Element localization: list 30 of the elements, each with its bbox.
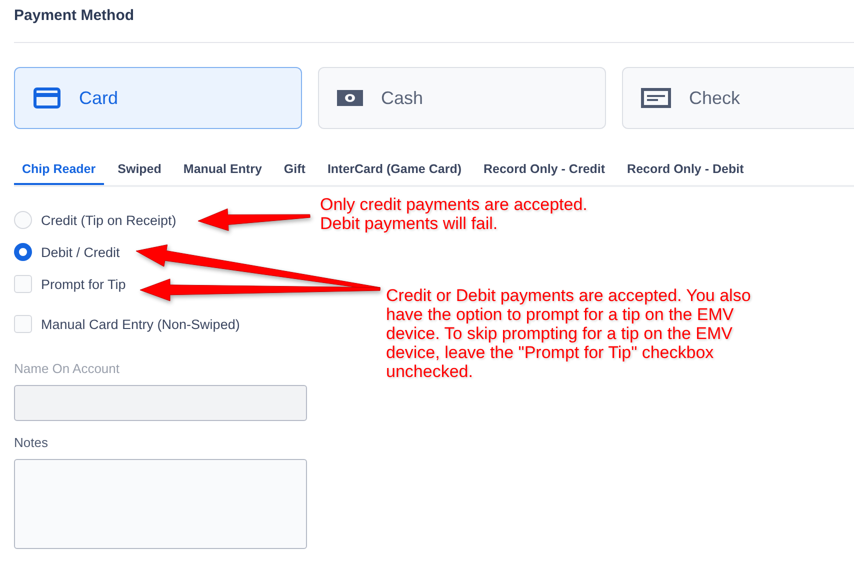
payment-method-card[interactable]: Cash — [318, 67, 606, 129]
annotation-text: Credit or Debit payments are accepted. You also have the option to prompt for a tip on the EMV device. To skip prompting for a tip on the EMV device, leave the "Prompt for Tip" checkbox unchecked. — [386, 286, 751, 381]
checkbox-option[interactable]: Prompt for Tip — [14, 273, 240, 295]
checkbox[interactable] — [14, 275, 32, 293]
checkbox-label: Prompt for Tip — [41, 276, 126, 292]
tab[interactable]: Record Only - Debit — [619, 155, 752, 185]
checkbox[interactable] — [14, 315, 32, 333]
credit-card-icon — [33, 87, 61, 109]
payment-method-card[interactable]: Card — [14, 67, 302, 129]
payment-method-card[interactable]: Check — [622, 67, 854, 129]
banknote-icon — [337, 90, 363, 106]
tab[interactable]: Manual Entry — [175, 155, 270, 185]
radio-option[interactable]: Credit (Tip on Receipt) — [14, 209, 240, 231]
check-icon — [641, 88, 671, 108]
radio-label: Credit (Tip on Receipt) — [41, 212, 176, 228]
annotation-text: Only credit payments are accepted. Debit payments will fail. — [320, 195, 588, 233]
checkbox-label: Manual Card Entry (Non-Swiped) — [41, 316, 240, 332]
section-title: Payment Method — [14, 7, 134, 24]
radio-label: Debit / Credit — [41, 244, 120, 260]
field-label: Name On Account — [14, 361, 120, 376]
checkbox-option[interactable]: Manual Card Entry (Non-Swiped) — [14, 313, 240, 335]
tab[interactable]: Swiped — [110, 155, 170, 185]
tab[interactable]: Record Only - Credit — [476, 155, 614, 185]
field-label: Notes — [14, 435, 48, 450]
tab[interactable]: Chip Reader — [14, 155, 104, 185]
tab[interactable]: Gift — [276, 155, 314, 185]
tab[interactable]: InterCard (Game Card) — [319, 155, 470, 185]
notes-text-area[interactable] — [14, 459, 307, 549]
radio-option[interactable]: Debit / Credit — [14, 241, 240, 263]
radio-button[interactable] — [14, 243, 32, 261]
